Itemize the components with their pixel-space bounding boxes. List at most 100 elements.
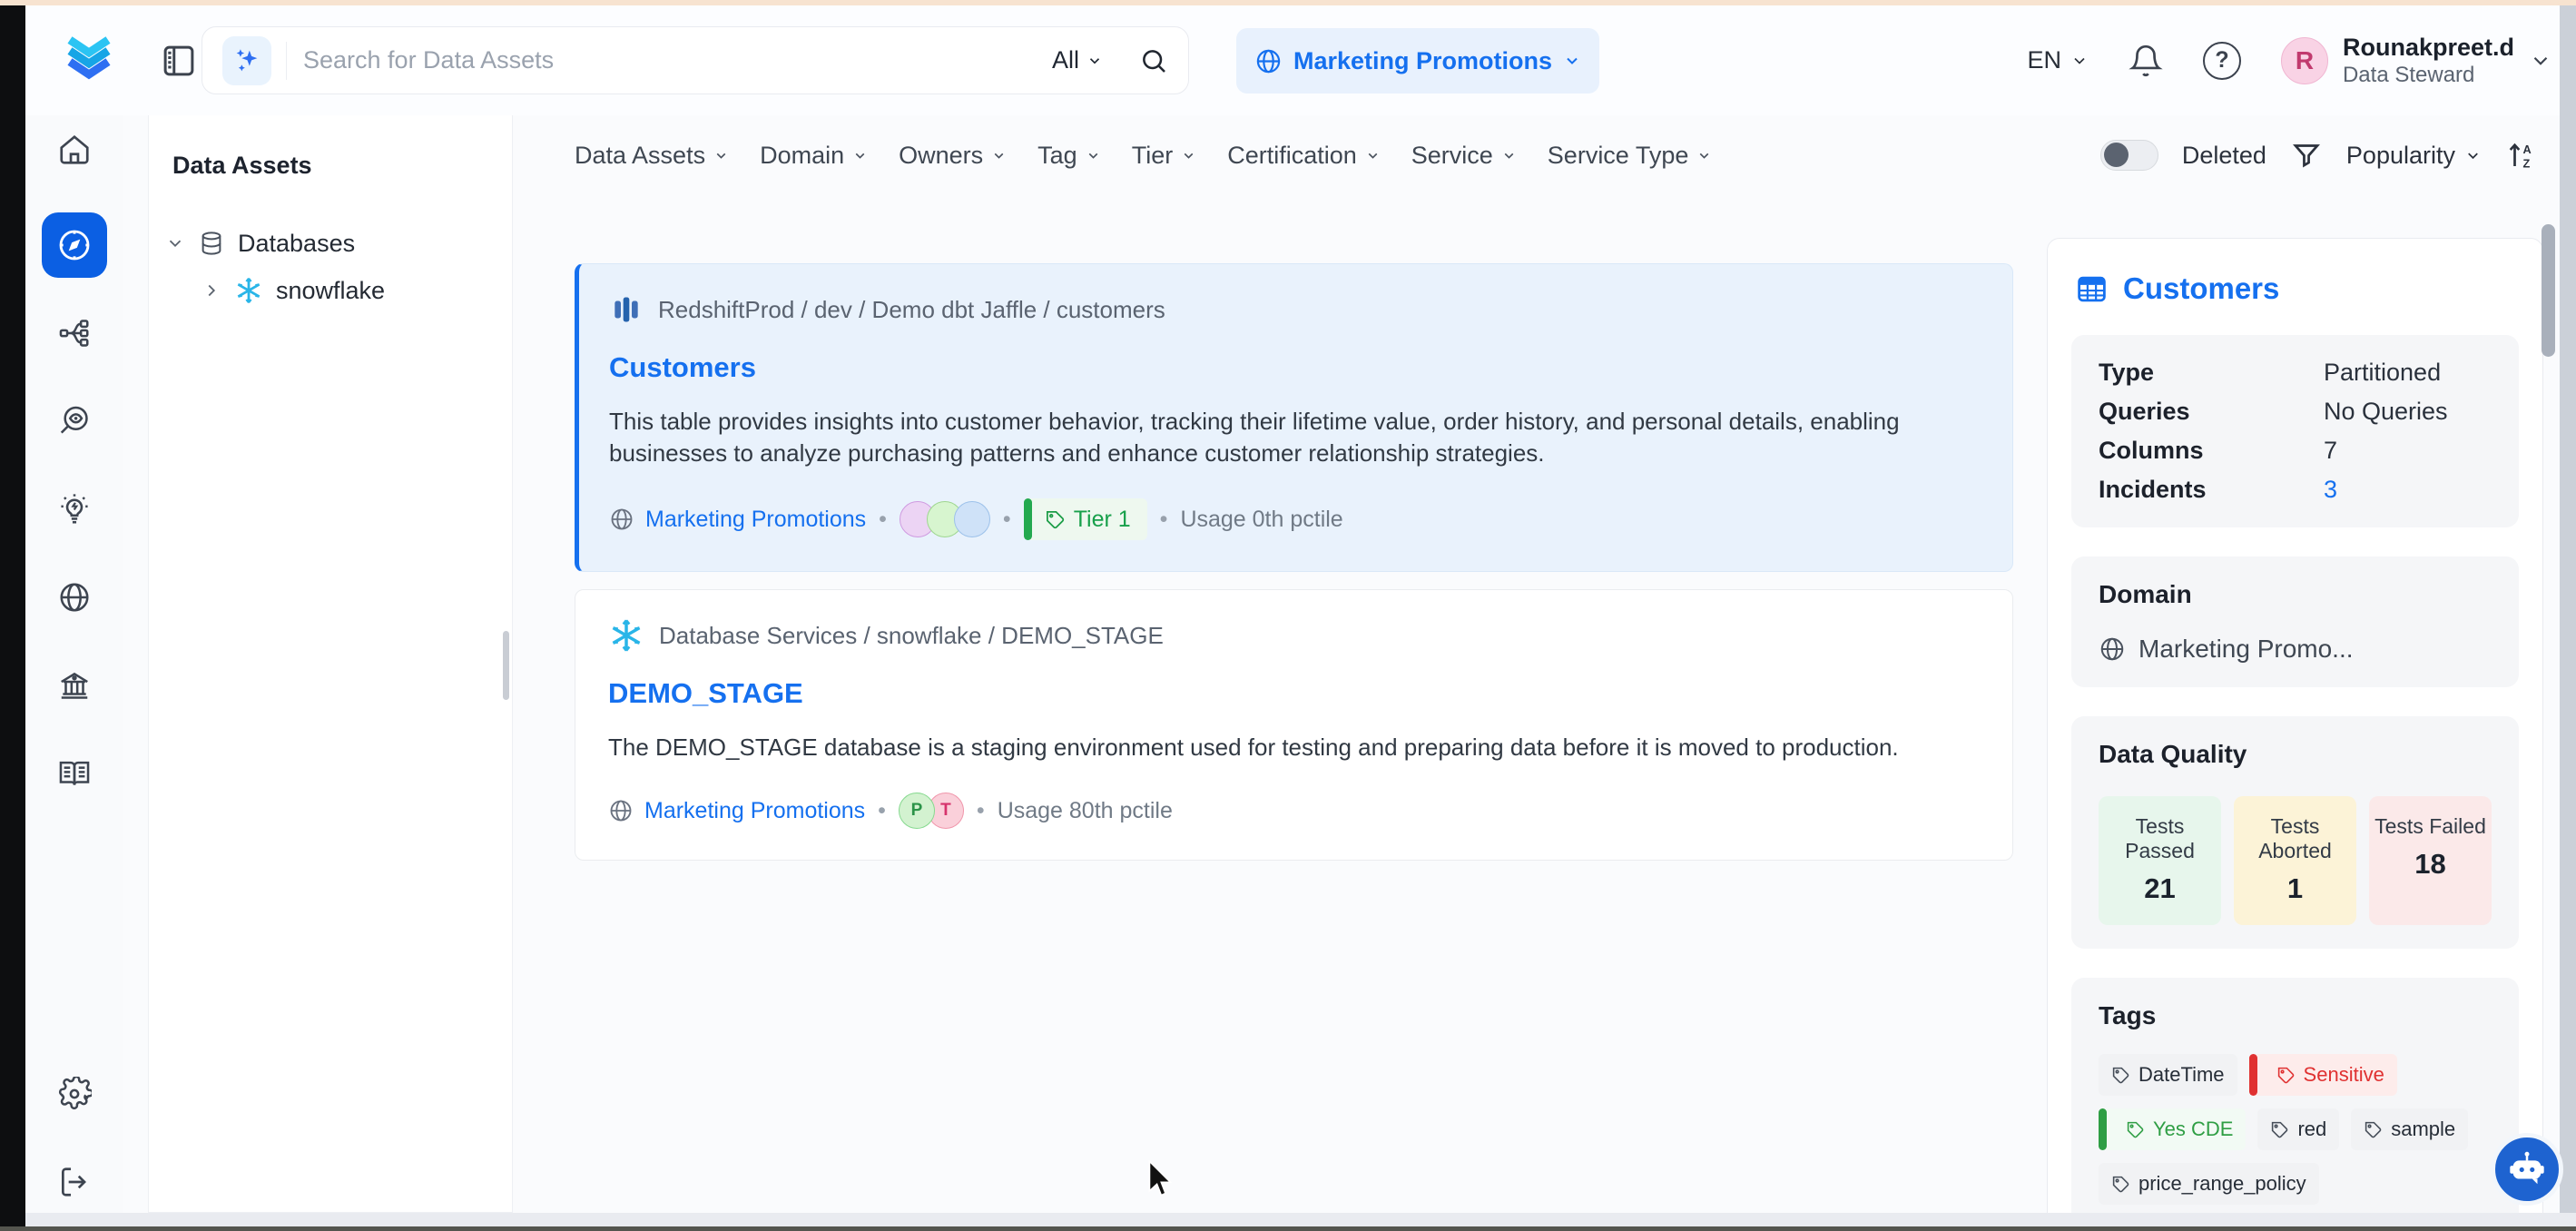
search-scope-dropdown[interactable]: All — [1052, 46, 1103, 74]
nav-glossary-icon[interactable] — [42, 748, 107, 799]
dot-separator — [879, 507, 887, 533]
result-card-customers[interactable]: RedshiftProd / dev / Demo dbt Jaffle / c… — [575, 263, 2013, 572]
user-name: Rounakpreet.d — [2343, 33, 2514, 62]
screen-left-strip — [0, 0, 25, 1231]
card-header: Database Services / snowflake / DEMO_STA… — [608, 617, 1980, 654]
card-footer: Marketing Promotions P T Usage 80th pcti… — [608, 793, 1980, 829]
info-label: Queries — [2099, 398, 2324, 426]
summary-entity-title[interactable]: Customers — [2123, 271, 2279, 306]
card-title-link[interactable]: Customers — [609, 351, 756, 384]
filter-service[interactable]: Service — [1411, 142, 1517, 170]
nav-settings-icon[interactable] — [42, 1069, 107, 1119]
user-menu[interactable]: R Rounakpreet.d Data Steward — [2281, 33, 2552, 88]
chevron-down-icon — [1696, 148, 1712, 163]
tree-scrollbar-thumb[interactable] — [503, 631, 509, 700]
nav-home-icon[interactable] — [42, 124, 107, 175]
ai-sparkle-icon[interactable] — [222, 36, 271, 85]
data-quality-section-title: Data Quality — [2099, 740, 2492, 769]
panel-scrollbar-thumb[interactable] — [2542, 224, 2555, 357]
user-avatar[interactable]: R — [2281, 37, 2328, 84]
result-card-demo-stage[interactable]: Database Services / snowflake / DEMO_STA… — [575, 589, 2013, 861]
filter-label: Service — [1411, 142, 1493, 170]
window-scrollbar-track[interactable] — [2560, 0, 2576, 1231]
tag-label: price_range_policy — [2138, 1172, 2306, 1196]
search-input[interactable] — [287, 46, 1052, 74]
chevron-down-icon — [2464, 147, 2482, 164]
tag-chip-sample[interactable]: sample — [2351, 1108, 2468, 1150]
stat-label: Tests Aborted — [2237, 814, 2353, 863]
nav-logout-icon[interactable] — [42, 1157, 107, 1207]
nav-domains-icon[interactable] — [42, 572, 107, 623]
filter-owners[interactable]: Owners — [899, 142, 1007, 170]
filter-funnel-icon[interactable] — [2290, 139, 2323, 172]
language-selector[interactable]: EN — [2027, 46, 2089, 74]
card-description: The DEMO_STAGE database is a staging env… — [608, 732, 1979, 763]
chevron-down-icon[interactable] — [165, 233, 185, 253]
info-label: Columns — [2099, 437, 2324, 465]
filter-certification[interactable]: Certification — [1227, 142, 1381, 170]
card-header: RedshiftProd / dev / Demo dbt Jaffle / c… — [609, 291, 1980, 328]
chevron-right-icon[interactable] — [202, 281, 221, 300]
filter-service-type[interactable]: Service Type — [1548, 142, 1713, 170]
nav-insights-icon[interactable] — [42, 484, 107, 535]
tag-chip-price-range-policy[interactable]: price_range_policy — [2099, 1163, 2319, 1205]
owner-avatar[interactable] — [954, 501, 990, 537]
tags-section-title: Tags — [2099, 1001, 2492, 1030]
tag-icon — [2111, 1175, 2130, 1194]
chat-assistant-button[interactable] — [2491, 1133, 2563, 1206]
filter-domain[interactable]: Domain — [760, 142, 868, 170]
screen-top-edge — [0, 0, 2576, 5]
tag-chip-list: DateTime Sensitive Yes CDE — [2099, 1054, 2492, 1205]
svg-text:A: A — [2523, 143, 2532, 156]
panel-title: Data Assets — [172, 152, 512, 180]
tag-chip-datetime[interactable]: DateTime — [2099, 1054, 2237, 1096]
filter-data-assets[interactable]: Data Assets — [575, 142, 729, 170]
owner-avatar[interactable]: P — [899, 793, 935, 829]
card-domain-link[interactable]: Marketing Promotions — [644, 798, 865, 824]
domain-value-row[interactable]: Marketing Promo... — [2099, 635, 2492, 664]
card-breadcrumb[interactable]: Database Services / snowflake / DEMO_STA… — [659, 622, 1164, 650]
robot-chat-icon — [2506, 1148, 2548, 1190]
card-breadcrumb[interactable]: RedshiftProd / dev / Demo dbt Jaffle / c… — [658, 296, 1165, 324]
domain-section-title: Domain — [2099, 580, 2492, 609]
tree-node-label: snowflake — [276, 277, 385, 305]
chevron-down-icon[interactable] — [2529, 49, 2552, 73]
asset-tree: Databases snowflake — [165, 220, 512, 314]
incidents-count-link[interactable]: 3 — [2324, 476, 2492, 504]
user-text: Rounakpreet.d Data Steward — [2343, 33, 2514, 88]
app-logo-icon[interactable] — [61, 33, 117, 85]
header-right-cluster: EN R Rounakpreet.d Data Steward — [2027, 5, 2552, 115]
tag-chip-yes-cde[interactable]: Yes CDE — [2099, 1108, 2246, 1150]
domain-selector-button[interactable]: Marketing Promotions — [1236, 28, 1599, 94]
tree-node-snowflake[interactable]: snowflake — [165, 267, 512, 314]
global-search-bar[interactable]: All — [202, 26, 1189, 94]
tag-chip-sensitive[interactable]: Sensitive — [2249, 1054, 2397, 1096]
domain-selector-label: Marketing Promotions — [1293, 47, 1552, 75]
card-title-link[interactable]: DEMO_STAGE — [608, 677, 803, 710]
filter-tier[interactable]: Tier — [1132, 142, 1197, 170]
info-value: No Queries — [2324, 398, 2492, 426]
help-icon[interactable] — [2203, 42, 2241, 80]
info-label: Type — [2099, 359, 2324, 387]
chevron-down-icon — [1086, 53, 1103, 69]
nav-explore-icon[interactable] — [42, 212, 107, 278]
filter-label: Domain — [760, 142, 844, 170]
owner-avatar-group[interactable]: P T — [899, 793, 964, 829]
notifications-bell-icon[interactable] — [2129, 44, 2163, 78]
nav-governance-icon[interactable] — [42, 660, 107, 711]
sidebar-collapse-icon[interactable] — [160, 42, 198, 80]
tag-chip-red[interactable]: red — [2257, 1108, 2339, 1150]
sort-field-dropdown[interactable]: Popularity — [2346, 142, 2482, 170]
card-domain-link[interactable]: Marketing Promotions — [645, 507, 866, 533]
redshift-service-icon — [609, 291, 644, 328]
deleted-toggle[interactable] — [2100, 140, 2158, 171]
search-icon[interactable] — [1139, 46, 1168, 75]
chevron-down-icon — [1501, 148, 1517, 163]
sort-order-icon[interactable]: A Z — [2505, 139, 2538, 172]
owner-avatar-group[interactable] — [900, 501, 990, 537]
nav-lineage-icon[interactable] — [42, 308, 107, 359]
tree-node-databases[interactable]: Databases — [165, 220, 512, 267]
globe-icon — [2099, 635, 2126, 663]
nav-observability-icon[interactable] — [42, 396, 107, 447]
filter-tag[interactable]: Tag — [1037, 142, 1101, 170]
